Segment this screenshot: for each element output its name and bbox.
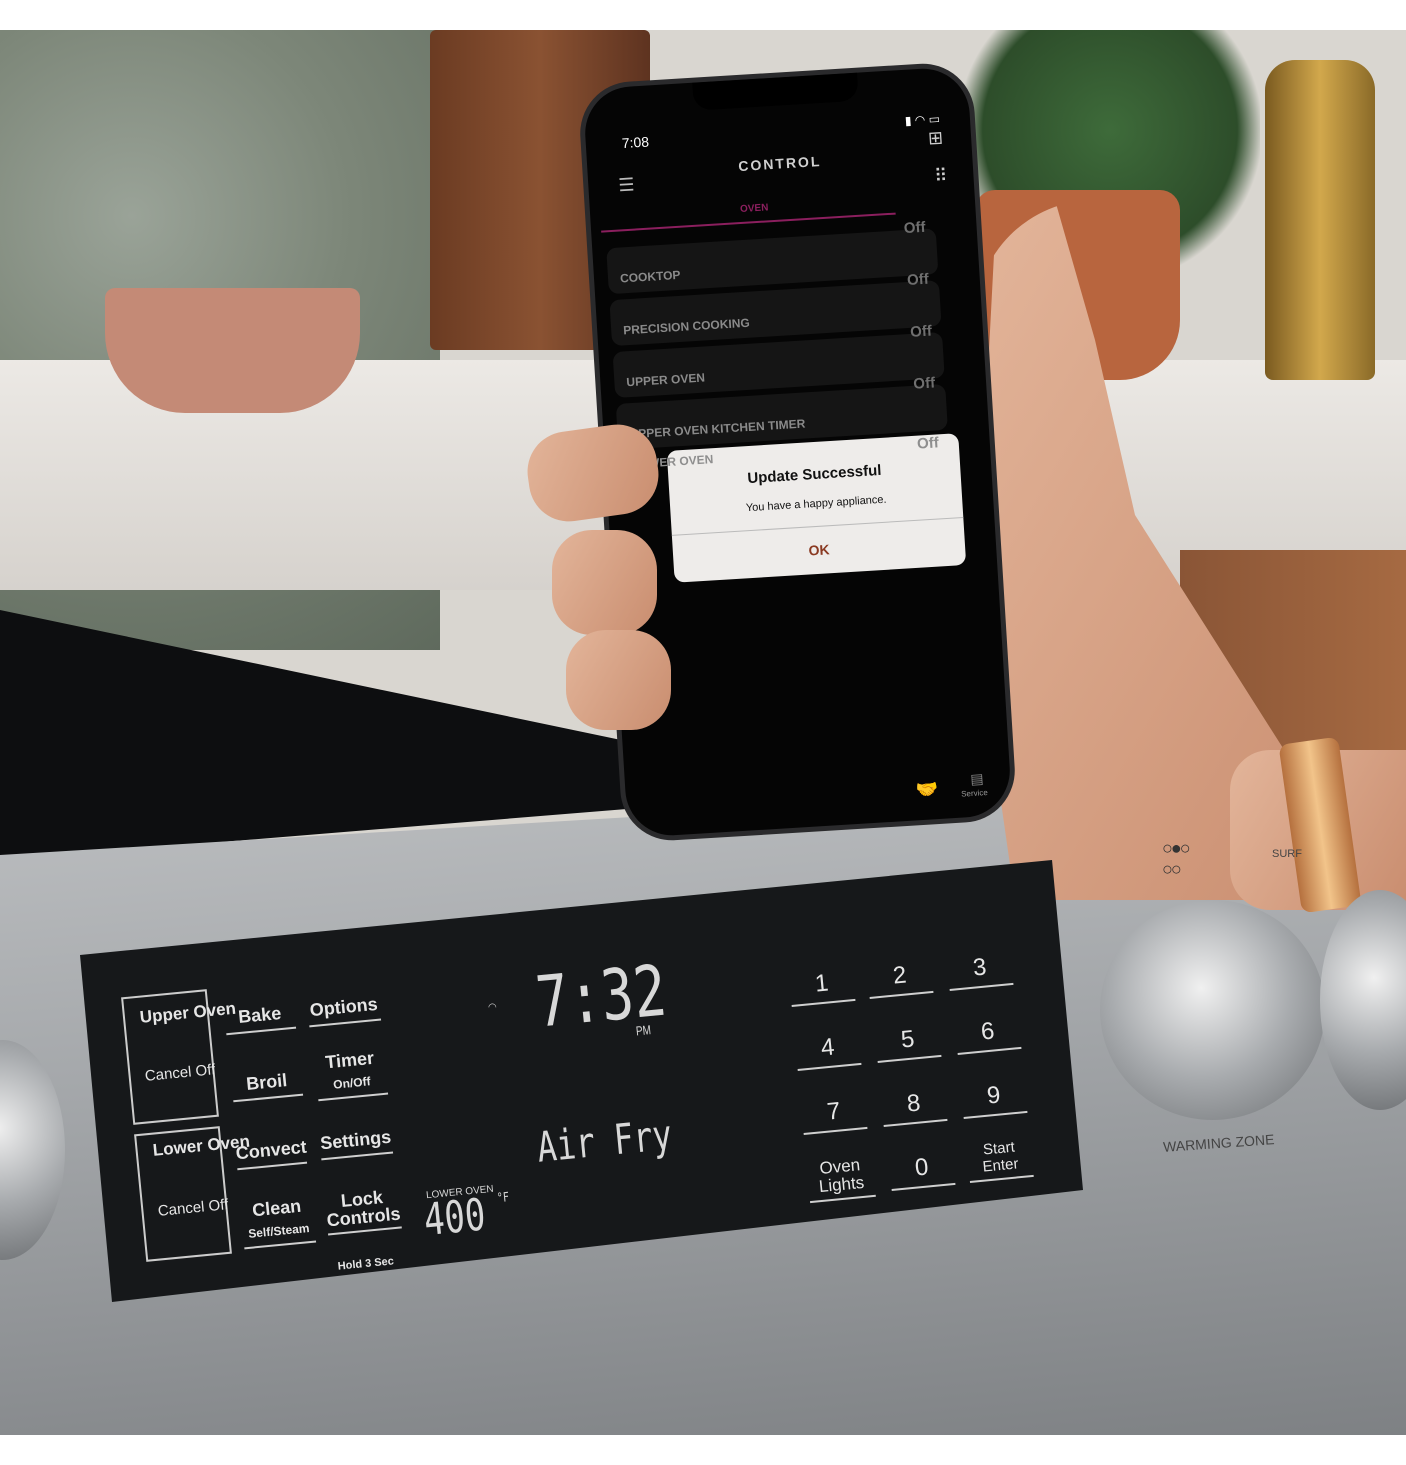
tab-oven[interactable]: OVEN: [740, 202, 769, 215]
ok-button[interactable]: OK: [673, 533, 965, 567]
row-label: UPPER OVEN: [625, 370, 706, 390]
brass-vase: [1265, 60, 1375, 380]
key-2[interactable]: 2: [866, 959, 934, 999]
start-enter-button: Start Enter: [966, 1137, 1034, 1183]
dialog-message: You have a happy appliance.: [745, 493, 887, 515]
status-time: 7:08: [621, 133, 650, 152]
nav-service[interactable]: Service: [961, 788, 988, 799]
enter-label[interactable]: Enter: [982, 1155, 1019, 1175]
key-9[interactable]: 9: [960, 1079, 1028, 1119]
add-appliance-icon[interactable]: ⊞: [927, 128, 943, 150]
tab-underline: [601, 212, 896, 233]
burner-indicator-icon: ○●○ ○○: [1162, 838, 1191, 879]
dialog-divider: [671, 517, 964, 536]
timer-label[interactable]: Timer: [324, 1048, 374, 1073]
clean-sub: Self/Steam: [247, 1221, 311, 1241]
row-value: Off: [903, 218, 927, 238]
row-label: UPPER OVEN KITCHEN TIMER: [629, 416, 806, 442]
clay-bowl: [105, 288, 360, 413]
service-icon[interactable]: ▤: [970, 770, 984, 788]
row-value: Off: [906, 270, 930, 289]
timer-button: Timer On/Off: [313, 1046, 389, 1102]
lower-oven-temp: 400: [421, 1189, 488, 1247]
grid-icon[interactable]: ⠿: [934, 165, 948, 187]
row-value: Off: [912, 374, 936, 393]
key-5[interactable]: 5: [874, 1023, 942, 1063]
key-3[interactable]: 3: [946, 951, 1014, 991]
finger: [552, 530, 657, 635]
oven-lights-button[interactable]: Oven Lights: [806, 1154, 876, 1204]
product-photo: 7:08 ▮ ◠ ▭ ☰ CONTROL ⊞ ⠿ OVEN COOKTOP Off…: [0, 30, 1406, 1435]
phone-notch: [692, 72, 859, 111]
key-6[interactable]: 6: [954, 1015, 1022, 1055]
clean-label[interactable]: Clean: [251, 1196, 302, 1221]
finger: [566, 630, 671, 730]
key-4[interactable]: 4: [794, 1031, 862, 1071]
key-8[interactable]: 8: [880, 1087, 948, 1127]
battery-wifi-icon: ▮ ◠ ▭: [904, 111, 941, 128]
timer-sub: On/Off: [332, 1074, 372, 1092]
row-value: Off: [909, 322, 933, 341]
clock-pm: PM: [635, 1023, 652, 1040]
row-label: COOKTOP: [619, 267, 681, 286]
lock-controls-button[interactable]: Lock Controls: [324, 1186, 402, 1236]
clean-button: Clean Self/Steam: [239, 1194, 317, 1250]
key-1[interactable]: 1: [788, 967, 856, 1007]
temp-unit: °F: [496, 1190, 510, 1207]
handshake-icon[interactable]: 🤝: [915, 779, 939, 801]
key-0[interactable]: 0: [888, 1151, 956, 1191]
row-value: Off: [916, 434, 940, 453]
warming-zone-knob[interactable]: [1100, 900, 1325, 1120]
key-7[interactable]: 7: [800, 1095, 868, 1135]
row-label: PRECISION COOKING: [622, 315, 751, 338]
surface-label: SURF: [1272, 848, 1302, 860]
wifi-icon: ◠: [488, 1002, 497, 1013]
